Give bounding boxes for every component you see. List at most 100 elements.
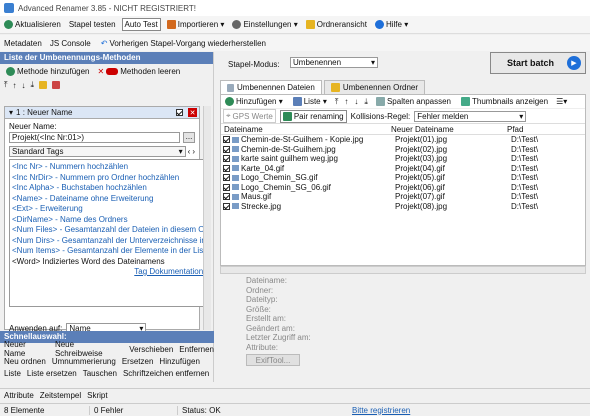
test-batch-button[interactable]: Stapel testen <box>67 19 118 30</box>
column-path[interactable]: Pfad <box>507 125 585 134</box>
method-enabled-checkbox[interactable] <box>176 109 183 116</box>
move-up-icon[interactable]: ↑ <box>344 97 348 106</box>
restore-batch-button[interactable]: ↶ Vorherigen Stapel-Vorgang wiederherste… <box>99 38 268 49</box>
pair-renaming-toggle[interactable]: Pair renaming <box>279 109 347 123</box>
clear-methods-button[interactable]: ✕ Methoden leeren <box>96 66 183 77</box>
quick-renumber[interactable]: Umnummerierung <box>52 357 116 366</box>
file-checkbox[interactable] <box>223 174 230 182</box>
quick-swap[interactable]: Tauschen <box>83 369 117 378</box>
file-row[interactable]: karte saint guilhem weg.jpg Projekt(03).j… <box>221 154 585 164</box>
tag-item[interactable]: <Num Dirs> - Gesamtanzahl der Unterverze… <box>10 236 207 247</box>
tags-next-icon[interactable]: › <box>192 147 195 156</box>
folder-view-button[interactable]: Ordneransicht <box>304 19 369 30</box>
adjust-columns-button[interactable]: Spalten anpassen <box>374 96 453 107</box>
help-button[interactable]: Hilfe ▾ <box>373 19 410 30</box>
move-top-icon[interactable]: ⤒ <box>4 80 8 90</box>
file-checkbox[interactable] <box>223 202 230 210</box>
image-file-icon <box>232 146 239 153</box>
file-row[interactable]: Logo_Chemin_SG.gif Projekt(05).gif D:\Test… <box>221 173 585 183</box>
method-close-icon[interactable]: ✕ <box>188 108 197 117</box>
left-panel-scrollbar[interactable] <box>203 106 211 330</box>
collapse-icon[interactable]: ▾ <box>9 108 13 117</box>
files-horizontal-scrollbar[interactable] <box>220 266 586 274</box>
file-row[interactable]: Logo_Chemin_SG_06.gif Projekt(06).gif D:\T… <box>221 183 585 193</box>
batch-mode-select[interactable]: Umbenennen ▾ <box>290 57 378 68</box>
tag-item[interactable]: <Word> Indiziertes Word des Dateinamens <box>10 257 207 268</box>
tab-timestamp[interactable]: Zeitstempel <box>40 391 81 400</box>
thumbnails-label: Thumbnails anzeigen <box>472 97 549 106</box>
move-top-icon[interactable]: ⤒ <box>335 97 339 107</box>
tags-select[interactable]: Standard Tags ▾ <box>9 146 186 157</box>
view-options-icon[interactable]: ☰▾ <box>556 97 567 106</box>
tab-rename-files[interactable]: Umbenennen Dateien <box>220 80 322 94</box>
file-row[interactable]: Maus.gif Projekt(07).gif D:\Test\ <box>221 192 585 202</box>
quick-move[interactable]: Verschieben <box>129 345 173 354</box>
refresh-button[interactable]: Aktualisieren <box>2 19 63 30</box>
list-button[interactable]: Liste ▾ <box>291 96 329 107</box>
method-header[interactable]: ▾ 1 : Neuer Name ✕ <box>5 107 199 119</box>
start-batch-button[interactable]: Start batch ▶ <box>490 52 586 74</box>
file-checkbox[interactable] <box>223 193 230 201</box>
quick-reorder[interactable]: Neu ordnen <box>4 357 46 366</box>
quick-list[interactable]: Liste <box>4 369 21 378</box>
tab-rename-folders[interactable]: Umbenennen Ordner <box>323 80 425 94</box>
file-checkbox[interactable] <box>223 183 230 191</box>
quick-list-replace[interactable]: Liste ersetzen <box>27 369 77 378</box>
tag-documentation-link[interactable]: Tag Dokumentation <box>10 267 207 278</box>
add-method-button[interactable]: Methode hinzufügen <box>4 66 92 77</box>
auto-test-button[interactable]: Auto Test <box>121 18 161 31</box>
new-name-input[interactable]: Projekt(<Inc Nr:01>) <box>9 132 180 143</box>
prop-accessed: Letzter Zugriff am: <box>246 333 311 342</box>
quick-row: Neuer Name Neue Schreibweise Verschieben… <box>0 340 214 358</box>
file-name: Maus.gif <box>241 192 272 202</box>
quick-new-case[interactable]: Neue Schreibweise <box>55 340 123 358</box>
file-checkbox[interactable] <box>223 145 230 153</box>
import-button[interactable]: Importieren ▾ <box>165 19 227 30</box>
file-checkbox[interactable] <box>223 136 230 144</box>
tab-script[interactable]: Skript <box>87 391 107 400</box>
collision-rule-select[interactable]: Fehler melden ▾ <box>414 110 527 122</box>
quick-replace[interactable]: Ersetzen <box>122 357 154 366</box>
file-row[interactable]: Strecke.jpg Projekt(08).jpg D:\Test\ <box>221 202 585 212</box>
tag-item[interactable]: <DirName> - Name des Ordners <box>10 215 207 226</box>
metadata-button[interactable]: Metadaten <box>4 39 42 48</box>
chevron-down-icon: ▾ <box>178 147 183 156</box>
js-console-button[interactable]: JS Console <box>50 39 91 48</box>
add-files-button[interactable]: Hinzufügen ▾ <box>223 96 285 107</box>
register-link[interactable]: Bitte registrieren <box>348 406 410 415</box>
file-row[interactable]: Chemin-de-St-Guilhem - Kopie.jpg Projekt(… <box>221 135 585 145</box>
quick-new-name[interactable]: Neuer Name <box>4 340 49 358</box>
quick-remove[interactable]: Entfernen <box>179 345 214 354</box>
exiftool-button[interactable]: ExifTool... <box>246 354 300 366</box>
file-name: Chemin-de-St-Guilhem.jpg <box>241 144 336 154</box>
quick-add[interactable]: Hinzufügen <box>159 357 199 366</box>
quick-remove-chars[interactable]: Schriftzeichen entfernen <box>123 369 209 378</box>
tag-item[interactable]: <Num Files> - Gesamtanzahl der Dateien i… <box>10 225 207 236</box>
move-down-icon[interactable]: ↓ <box>22 81 26 90</box>
move-down-icon[interactable]: ↓ <box>354 97 358 106</box>
tag-item[interactable]: <Num Items> - Gesamtanzahl der Elemente … <box>10 246 207 257</box>
thumbnails-button[interactable]: Thumbnails anzeigen <box>459 96 550 107</box>
tags-prev-icon[interactable]: ‹ <box>188 147 191 156</box>
file-checkbox[interactable] <box>223 155 230 163</box>
save-icon[interactable] <box>52 81 61 89</box>
tab-attributes[interactable]: Attribute <box>4 391 34 400</box>
move-bottom-icon[interactable]: ⤓ <box>364 97 368 107</box>
move-up-icon[interactable]: ↑ <box>13 81 17 90</box>
file-checkbox[interactable] <box>223 164 230 172</box>
column-filename[interactable]: Dateiname <box>221 125 391 134</box>
tag-item[interactable]: <Ext> - Erweiterung <box>10 204 207 215</box>
column-new-filename[interactable]: Neuer Dateiname <box>391 125 507 134</box>
files-toolbar: Hinzufügen ▾ Liste ▾ ⤒ ↑ ↓ ⤓ Spalten anp… <box>221 95 585 109</box>
tag-item[interactable]: <Name> - Dateiname ohne Erweiterung <box>10 194 207 205</box>
settings-button[interactable]: Einstellungen ▾ <box>230 19 299 30</box>
new-name-more-button[interactable]: ... <box>183 132 195 143</box>
tag-item[interactable]: <Inc Alpha> - Buchstaben hochzählen <box>10 183 207 194</box>
tag-item[interactable]: <Inc NrDir> - Nummern pro Ordner hochzäh… <box>10 173 207 184</box>
gps-values-toggle[interactable]: ⌖ GPS Werte <box>223 109 276 123</box>
open-folder-icon[interactable] <box>39 81 48 89</box>
move-bottom-icon[interactable]: ⤓ <box>31 80 35 90</box>
tag-item[interactable]: <Inc Nr> - Nummern hochzählen <box>10 162 207 173</box>
file-row[interactable]: Karte_04.gif Projekt(04).gif D:\Test\ <box>221 164 585 174</box>
file-row[interactable]: Chemin-de-St-Guilhem.jpg Projekt(02).jpg D… <box>221 145 585 155</box>
